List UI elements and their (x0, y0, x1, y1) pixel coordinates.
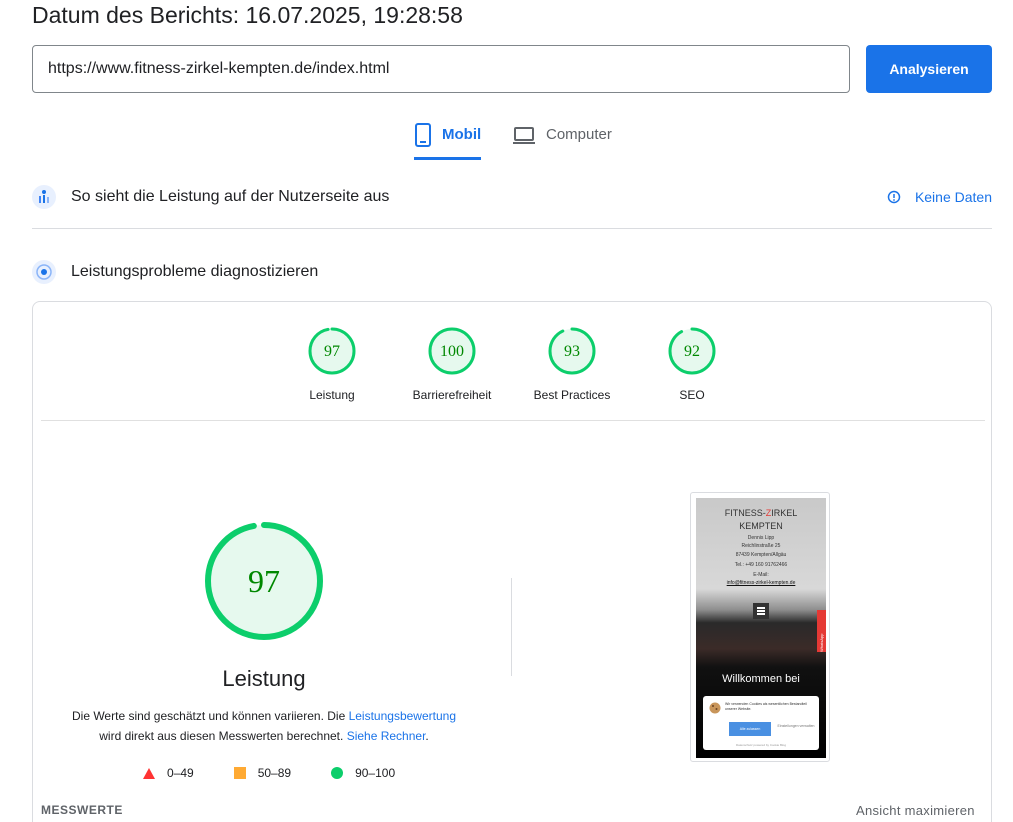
legend-poor: 0–49 (143, 766, 194, 780)
brand-title: FITNESS-ZIRKEL (696, 508, 826, 518)
score-ring: 100 (428, 327, 476, 375)
score-ring: 97 (308, 327, 356, 375)
welcome-text: Willkommen bei (722, 673, 800, 685)
performance-score-link[interactable]: Leistungsbewertung (349, 709, 456, 723)
lab-diagnostics-icon (32, 260, 56, 284)
field-data-section: So sieht die Leistung auf der Nutzerseit… (32, 185, 992, 209)
orange-square-icon (233, 767, 246, 779)
diagnostics-section: Leistungsprobleme diagnostizieren (32, 260, 992, 284)
score-gauge-2[interactable]: 100 Barrierefreiheit (392, 326, 512, 402)
report-card: 97 Leistung 100 Barrierefreiheit 93 Best Prac… (32, 301, 992, 822)
cookie-settings-label: Einstellungen verwalten (777, 724, 815, 728)
cookie-footer: Datenschutz powered by Cookie Blog (735, 743, 787, 747)
field-data-title: So sieht die Leistung auf der Nutzerseit… (71, 188, 390, 205)
screenshot-content: FITNESS-ZIRKEL KEMPTEN Dennis Lipp Reich… (696, 498, 826, 758)
green-circle-icon (331, 767, 344, 779)
brand-part1: FITNESS- (724, 508, 766, 518)
cookie-settings-button: Einstellungen verwalten (777, 722, 815, 736)
diagnostics-title: Leistungsprobleme diagnostizieren (71, 263, 319, 280)
desc-text-3: . (425, 729, 429, 743)
brand-part2: IRKEL (771, 508, 798, 518)
performance-description: Die Werte sind geschätzt und können vari… (69, 706, 459, 746)
section-divider (32, 228, 992, 229)
score-value: 97 (324, 343, 340, 360)
legend-poor-range: 0–49 (167, 766, 194, 780)
tab-computer[interactable]: Computer (512, 122, 612, 160)
score-gauge-1[interactable]: 97 Leistung (272, 326, 392, 402)
hamburger-menu-icon (753, 603, 769, 619)
score-value: 100 (440, 343, 464, 360)
legend-average-range: 50–89 (257, 766, 292, 780)
score-label: Leistung (309, 388, 355, 402)
score-gauges: 97 Leistung 100 Barrierefreiheit 93 Best Prac… (33, 326, 991, 416)
cookie-accept-button: Alle zulassen (729, 722, 771, 736)
score-ring: 92 (668, 327, 716, 375)
contact-email-label: E-Mail: (753, 572, 769, 578)
brand-line2: KEMPTEN (739, 521, 783, 531)
score-ring: 93 (548, 327, 596, 375)
legend-average: 50–89 (233, 766, 292, 780)
score-value: 92 (684, 343, 700, 360)
tab-mobile[interactable]: Mobil (414, 122, 482, 160)
performance-label: Leistung (222, 666, 306, 691)
contact-email: info@fitness-zirkel-kempten.de (726, 580, 796, 586)
contact-name: Dennis Lipp (747, 535, 775, 541)
score-legend: 0–49 50–89 90–100 (143, 766, 435, 780)
contact-street: Reichlinstraße 25 (741, 543, 781, 549)
score-gauge-4[interactable]: 92 SEO (632, 326, 752, 402)
vertical-divider (511, 578, 512, 676)
cookie-banner: Wir verwenden Cookies als wesentlichen B… (703, 696, 819, 750)
analyze-button[interactable]: Analysieren (866, 45, 992, 93)
whatsapp-side-tab: WhatsApp (817, 610, 826, 652)
tab-computer-label: Computer (546, 126, 612, 143)
side-tab-label: WhatsApp (819, 633, 824, 652)
contact-city: 87439 Kempten/Allgäu (735, 552, 787, 558)
cookie-text: Wir verwenden Cookies als wesentlichen B… (725, 702, 807, 711)
metrics-heading: MESSWERTE (41, 803, 123, 817)
performance-score: 97 (248, 563, 280, 599)
score-label: Best Practices (533, 388, 611, 402)
smartphone-icon (415, 123, 431, 147)
cookie-icon (709, 702, 721, 714)
score-label: Barrierefreiheit (412, 388, 492, 402)
score-value: 93 (564, 343, 580, 360)
calculator-link[interactable]: Siehe Rechner (347, 729, 426, 743)
info-icon (887, 190, 901, 204)
performance-gauge[interactable]: 97 (203, 520, 325, 647)
contact-phone: Tel.: +49 160 91762466 (734, 562, 788, 568)
desc-text-2: wird direkt aus diesen Messwerten berech… (99, 729, 347, 743)
desc-text-1: Die Werte sind geschätzt und können vari… (71, 709, 349, 723)
page-screenshot: FITNESS-ZIRKEL KEMPTEN Dennis Lipp Reich… (690, 492, 830, 762)
report-date: Datum des Berichts: 16.07.2025, 19:28:58 (32, 2, 463, 28)
laptop-icon (513, 127, 535, 144)
users-chart-icon (32, 185, 56, 209)
url-input[interactable] (32, 45, 850, 93)
score-label: SEO (679, 388, 705, 402)
no-data-link[interactable]: Keine Daten (887, 189, 992, 205)
red-triangle-icon (143, 767, 155, 779)
tab-mobile-label: Mobil (442, 126, 482, 143)
no-data-label: Keine Daten (914, 189, 992, 205)
expand-view-button[interactable]: Ansicht maximieren (856, 803, 975, 818)
card-divider (41, 420, 985, 421)
score-gauge-3[interactable]: 93 Best Practices (512, 326, 632, 402)
cookie-accept-label: Alle zulassen (739, 727, 761, 731)
legend-good: 90–100 (331, 766, 395, 780)
legend-good-range: 90–100 (355, 766, 396, 780)
